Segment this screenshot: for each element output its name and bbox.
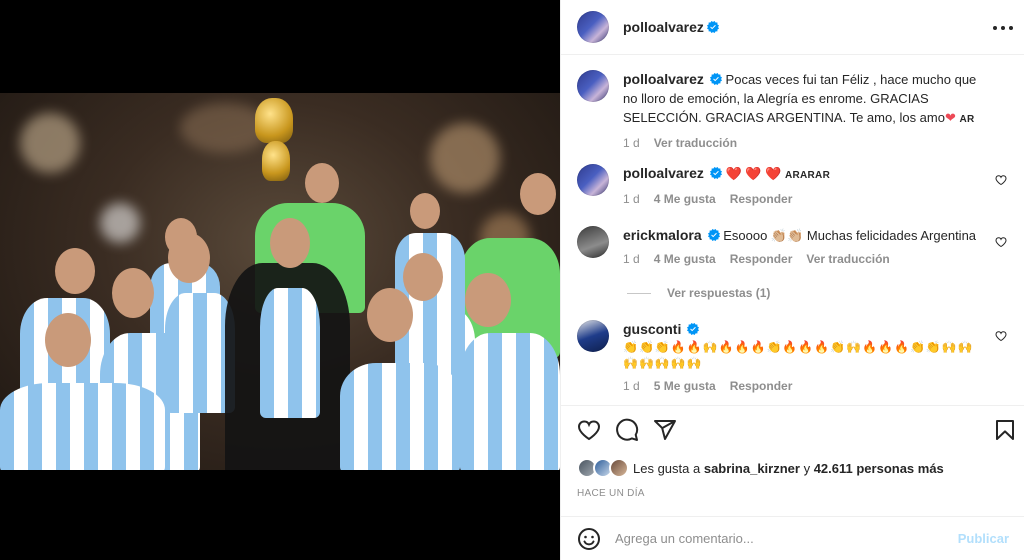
- reply-button[interactable]: Responder: [730, 192, 793, 206]
- reply-button[interactable]: Responder: [730, 252, 793, 266]
- comment-username[interactable]: erickmalora: [623, 227, 702, 243]
- comment-likes[interactable]: 5 Me gusta: [654, 379, 716, 393]
- publish-button[interactable]: Publicar: [958, 531, 1009, 546]
- comment-body: Esoooo 👏🏼👏🏼 Muchas felicidades Argentina: [723, 228, 977, 243]
- heart-emoji: ❤: [944, 110, 956, 125]
- replies-divider: [627, 292, 651, 294]
- verified-badge-icon: [707, 229, 720, 241]
- comment-avatar[interactable]: [577, 320, 609, 352]
- post-timestamp[interactable]: HACE UN DÍA: [577, 488, 645, 499]
- verified-badge-icon: [687, 323, 700, 335]
- post-actions: [577, 418, 677, 442]
- author-username[interactable]: polloalvarez: [623, 19, 704, 35]
- comment-likes[interactable]: 4 Me gusta: [654, 192, 716, 206]
- caption-age: 1 d: [623, 136, 640, 150]
- heart-icon[interactable]: [577, 418, 601, 442]
- comment-age: 1 d: [623, 379, 640, 393]
- comment-like-icon[interactable]: [995, 330, 1007, 342]
- verified-badge-icon: [706, 21, 719, 33]
- post-sidebar: polloalvarez polloalvarez Pocas veces fu…: [560, 0, 1024, 560]
- more-options-icon[interactable]: [993, 18, 1013, 38]
- post-media: [0, 0, 560, 560]
- author-avatar[interactable]: [577, 11, 609, 43]
- likers-avatars[interactable]: [577, 458, 629, 478]
- comment-text: gusconti 👏👏👏🔥🔥🙌🔥🔥🔥👏🔥🔥🔥👏🙌🔥🔥🔥👏👏🙌🙌🙌🙌🙌🙌🙌: [623, 320, 983, 372]
- comment-text: polloalvarez ❤️ ❤️ ❤️ ARARAR: [623, 164, 993, 185]
- post-photo[interactable]: [0, 93, 560, 470]
- caption-username[interactable]: polloalvarez: [623, 71, 704, 87]
- comment-text: erickmalora Esoooo 👏🏼👏🏼 Muchas felicidad…: [623, 226, 993, 245]
- comment-meta: 1 d 4 Me gusta Responder: [623, 192, 993, 206]
- verified-badge-icon: [709, 73, 722, 85]
- comment-icon[interactable]: [615, 418, 639, 442]
- comment-like-icon[interactable]: [995, 236, 1007, 248]
- likes-middle: y: [803, 460, 811, 476]
- flags-ar: ARARAR: [784, 170, 831, 181]
- comment-avatar[interactable]: [577, 164, 609, 196]
- post-header: polloalvarez: [561, 0, 1024, 55]
- comment-input[interactable]: [615, 531, 950, 546]
- comment-meta: 1 d 4 Me gusta Responder Ver traducción: [623, 252, 993, 266]
- likes-summary: Les gusta a sabrina_kirzner y 42.611 per…: [577, 458, 944, 478]
- view-replies-label[interactable]: Ver respuestas (1): [667, 286, 770, 300]
- view-replies-button[interactable]: Ver respuestas (1): [627, 286, 770, 300]
- comment-item: gusconti 👏👏👏🔥🔥🙌🔥🔥🔥👏🔥🔥🔥👏🙌🔥🔥🔥👏👏🙌🙌🙌🙌🙌🙌🙌 1 d…: [577, 320, 1007, 393]
- likes-count[interactable]: 42.611 personas más: [814, 461, 944, 476]
- caption-meta: 1 d Ver traducción: [623, 136, 993, 150]
- comment-body: 👏👏👏🔥🔥🙌🔥🔥🔥👏🔥🔥🔥👏🙌🔥🔥🔥👏👏🙌🙌🙌🙌🙌🙌🙌: [623, 340, 974, 370]
- caption-text: polloalvarez Pocas veces fui tan Féliz ,…: [623, 70, 993, 129]
- smiley-icon[interactable]: [577, 527, 601, 551]
- post-actions-section: Les gusta a sabrina_kirzner y 42.611 per…: [561, 405, 1024, 510]
- caption: polloalvarez Pocas veces fui tan Féliz ,…: [577, 70, 1007, 150]
- add-comment-bar: Publicar: [561, 516, 1024, 560]
- comment-age: 1 d: [623, 192, 640, 206]
- likes-prefix: Les gusta a: [633, 460, 701, 476]
- comment-item: polloalvarez ❤️ ❤️ ❤️ ARARAR 1 d 4 Me gu…: [577, 164, 1007, 206]
- verified-badge-icon: [709, 167, 722, 179]
- share-icon[interactable]: [653, 418, 677, 442]
- caption-avatar[interactable]: [577, 70, 609, 102]
- reply-button[interactable]: Responder: [730, 379, 793, 393]
- liker-username[interactable]: sabrina_kirzner: [704, 461, 800, 476]
- comment-translate-link[interactable]: Ver traducción: [806, 252, 889, 266]
- comment-like-icon[interactable]: [995, 174, 1007, 186]
- comment-likes[interactable]: 4 Me gusta: [654, 252, 716, 266]
- comment-avatar[interactable]: [577, 226, 609, 258]
- caption-translate-link[interactable]: Ver traducción: [654, 136, 737, 150]
- bookmark-icon[interactable]: [993, 418, 1017, 442]
- comment-meta: 1 d 5 Me gusta Responder: [623, 379, 983, 393]
- comment-age: 1 d: [623, 252, 640, 266]
- comments-list: polloalvarez Pocas veces fui tan Féliz ,…: [561, 56, 1024, 405]
- flag-ar: AR: [959, 114, 975, 125]
- comment-body: ❤️ ❤️ ❤️: [725, 166, 782, 181]
- comment-username[interactable]: gusconti: [623, 321, 681, 337]
- comment-item: erickmalora Esoooo 👏🏼👏🏼 Muchas felicidad…: [577, 226, 1007, 266]
- comment-username[interactable]: polloalvarez: [623, 165, 704, 181]
